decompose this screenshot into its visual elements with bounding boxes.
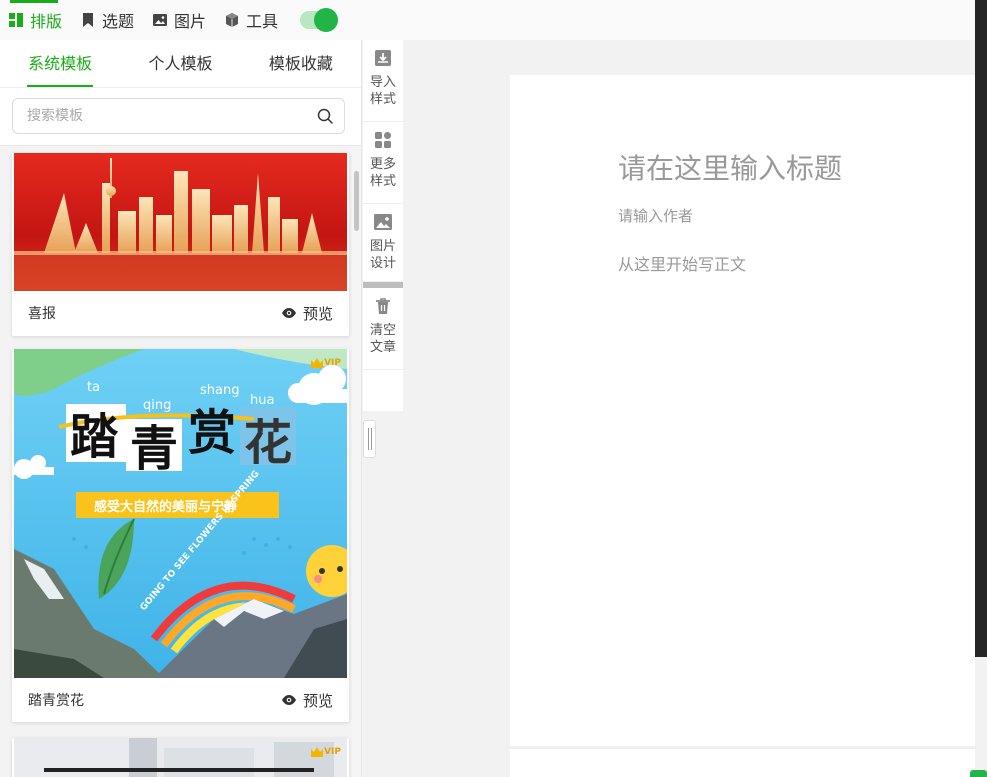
template-panel: 系统模板 个人模板 模板收藏 搜索模板 喜报 预览 ta qing shang … [0, 40, 362, 777]
search-input[interactable] [27, 108, 316, 124]
mode-toggle[interactable] [300, 8, 339, 32]
preview-label: 预览 [302, 304, 333, 323]
pinyin-ta: ta [87, 380, 100, 395]
more-styles-button[interactable]: 更多 样式 [363, 122, 403, 204]
template-card-taqing[interactable]: ta qing shang hua 踏 青 赏 花 感受大自然的美丽与宁静 GO… [12, 349, 349, 722]
title-input[interactable]: 请在这里输入标题 [618, 147, 842, 187]
nav-item-topics[interactable]: 选题 [80, 0, 134, 40]
template-thumbnail: VIP [14, 738, 347, 777]
tool-column: 导入 样式 更多 样式 图片 设计 清空 文章 [363, 40, 403, 411]
title-char-1: 踏 [70, 409, 119, 465]
import-style-button[interactable]: 导入 样式 [363, 40, 403, 122]
image-design-button[interactable]: 图片 设计 [363, 204, 403, 282]
crown-icon [311, 358, 324, 368]
search-icon[interactable] [316, 107, 334, 125]
body-editor[interactable]: 从这里开始写正文 [618, 251, 746, 275]
vip-label: VIP [324, 358, 341, 368]
preview-button[interactable]: 预览 [281, 690, 333, 711]
vip-label: VIP [324, 747, 341, 757]
tool-label-2: 样式 [369, 92, 396, 107]
nav-item-tools[interactable]: 工具 [224, 0, 278, 40]
template-meta: 踏青赏花 预览 [12, 678, 349, 722]
bookmark-icon [83, 13, 94, 27]
scrollbar-thumb[interactable] [354, 171, 359, 231]
grid-icon [375, 132, 391, 148]
crown-icon [311, 747, 324, 757]
top-nav: 排版 选题 图片 工具 [0, 0, 975, 40]
action-button[interactable] [970, 770, 987, 777]
tool-label-2: 样式 [369, 174, 396, 189]
template-list-scrollbar[interactable] [352, 146, 361, 777]
panel-resize-handle[interactable] [363, 420, 376, 458]
eye-icon [281, 308, 296, 318]
nav-label: 排版 [30, 12, 63, 31]
trash-icon [376, 298, 390, 314]
title-char-2: 青 [130, 421, 178, 477]
template-thumbnail [14, 153, 347, 291]
clear-article-button[interactable]: 清空 文章 [363, 288, 403, 370]
tool-label-1: 导入 [369, 75, 396, 90]
template-tabs: 系统模板 个人模板 模板收藏 [0, 40, 361, 88]
tool-label-1: 更多 [369, 157, 396, 172]
article-editor: 请在这里输入标题 请输入作者 从这里开始写正文 [510, 75, 975, 746]
nav-item-layout[interactable]: 排版 [8, 0, 62, 40]
nav-label: 工具 [246, 12, 279, 31]
title-char-3: 赏 [188, 405, 236, 461]
building-image [14, 738, 347, 777]
image-icon [374, 214, 392, 230]
tool-label-2: 设计 [369, 256, 396, 271]
eye-icon [281, 695, 296, 705]
right-panel-edge [975, 0, 987, 657]
pinyin-shang: shang [200, 383, 239, 398]
image-icon [153, 14, 168, 26]
toggle-knob [314, 8, 339, 32]
template-list: 喜报 预览 ta qing shang hua 踏 青 赏 花 感受大自然的美丽… [0, 145, 361, 777]
tool-label-1: 图片 [369, 239, 396, 254]
vip-badge: VIP [310, 746, 341, 758]
nav-label: 图片 [174, 12, 207, 31]
template-card-xibao[interactable]: 喜报 预览 [12, 153, 349, 336]
author-input[interactable]: 请输入作者 [618, 205, 693, 226]
title-char-4: 花 [244, 415, 292, 471]
vip-badge: VIP [310, 357, 341, 369]
tab-template-favorites[interactable]: 模板收藏 [241, 40, 361, 87]
pinyin-qing: qing [143, 398, 171, 413]
city-skyline-image [14, 153, 347, 291]
template-search [12, 98, 345, 134]
preview-button[interactable]: 预览 [281, 303, 333, 324]
spring-flowers-image: ta qing shang hua 踏 青 赏 花 感受大自然的美丽与宁静 GO… [14, 349, 347, 678]
template-card-3[interactable]: VIP [12, 738, 349, 777]
template-meta: 喜报 预览 [12, 291, 349, 335]
preview-label: 预览 [302, 691, 333, 710]
layout-icon [9, 13, 23, 27]
subtitle-text: 感受大自然的美丽与宁静 [94, 499, 237, 515]
tab-system-templates[interactable]: 系统模板 [0, 40, 120, 87]
tab-personal-templates[interactable]: 个人模板 [120, 40, 240, 87]
nav-item-images[interactable]: 图片 [152, 0, 206, 40]
pinyin-hua: hua [250, 393, 274, 408]
template-thumbnail: ta qing shang hua 踏 青 赏 花 感受大自然的美丽与宁静 GO… [14, 349, 347, 678]
editor-footer [510, 748, 975, 777]
tool-label-1: 清空 [369, 323, 396, 338]
template-name: 踏青赏花 [28, 693, 84, 709]
tool-label-2: 文章 [369, 340, 396, 355]
import-icon [375, 50, 391, 66]
template-name: 喜报 [28, 306, 56, 322]
nav-label: 选题 [102, 12, 135, 31]
cube-icon [226, 13, 239, 27]
